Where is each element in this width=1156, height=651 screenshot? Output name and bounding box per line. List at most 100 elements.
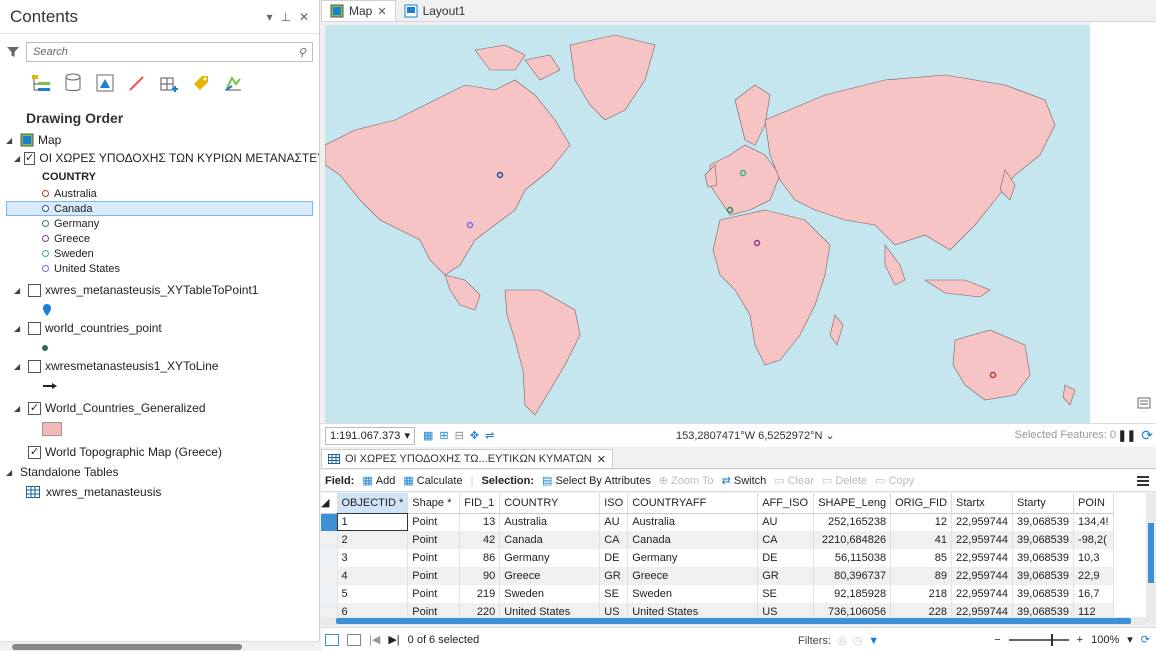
column-header-shape-leng[interactable]: SHAPE_Leng — [813, 493, 892, 514]
tab-map[interactable]: Map ✕ — [321, 0, 396, 21]
layer-visibility-checkbox[interactable]: ✓ — [28, 445, 41, 459]
tree-layer-xytoline[interactable]: ◢ xwresmetanasteusis1_XYToLine — [6, 358, 319, 374]
expand-icon[interactable]: ◢ — [6, 136, 16, 145]
tree-standalone-tables[interactable]: ◢ Standalone Tables — [6, 464, 319, 480]
table-horizontal-scrollbar[interactable] — [321, 617, 1146, 625]
selection-icon[interactable] — [94, 72, 116, 94]
table-row[interactable]: 2 Point 42 Canada CA Canada CA 2210,6848… — [321, 531, 1114, 549]
expand-icon[interactable]: ◢ — [6, 468, 16, 477]
pin-icon[interactable]: ⊥ — [280, 10, 290, 24]
tree-layer-basemap[interactable]: ✓ World Topographic Map (Greece) — [6, 444, 319, 460]
column-header-point[interactable]: POIN — [1073, 493, 1114, 514]
tree-layer-xytabletopoint[interactable]: ◢ xwres_metanasteusis_XYTableToPoint1 — [6, 282, 319, 298]
table-of-contents-icon[interactable] — [1137, 396, 1151, 410]
last-record-icon[interactable]: ▶| — [388, 633, 399, 646]
tree-layer-world-countries-point[interactable]: ◢ world_countries_point — [6, 320, 319, 336]
scrollbar-thumb[interactable] — [1148, 523, 1154, 583]
navigation-icon[interactable]: ✥ — [470, 429, 479, 442]
refresh-icon[interactable]: ⟳ — [1141, 427, 1153, 444]
column-header-objectid[interactable]: OBJECTID * — [337, 493, 409, 514]
dropdown-icon[interactable]: ▾ — [266, 10, 272, 24]
fixed-scale-icon[interactable]: ▦ — [423, 429, 433, 442]
select-by-attributes-button[interactable]: ▤ Select By Attributes — [542, 474, 651, 488]
column-header-country[interactable]: COUNTRY — [499, 493, 601, 514]
zoom-level[interactable]: 100% — [1091, 634, 1119, 646]
column-header-fid[interactable]: FID_1 — [459, 493, 501, 514]
table-row[interactable]: 4 Point 90 Greece GR Greece GR 80,396737… — [321, 567, 1114, 585]
row-selector[interactable] — [321, 513, 338, 531]
scrollbar-thumb[interactable] — [336, 618, 1131, 624]
clear-button[interactable]: ▭ Clear — [774, 474, 814, 488]
tree-layer-countries[interactable]: ◢ ✓ ΟΙ ΧΩΡΕΣ ΥΠΟΔΟΧΗΣ ΤΩΝ ΚΥΡΙΩΝ ΜΕΤΑΝΑΣ… — [6, 150, 319, 166]
expand-icon[interactable]: ◢ — [14, 362, 24, 371]
show-all-records-icon[interactable] — [325, 633, 339, 646]
tab-layout[interactable]: Layout1 — [396, 0, 474, 21]
zoom-slider[interactable] — [1008, 633, 1069, 646]
chevron-down-icon[interactable]: ▾ — [1127, 633, 1133, 646]
scrollbar-thumb[interactable] — [12, 644, 242, 650]
legend-item-australia[interactable]: Australia — [6, 186, 319, 201]
pause-drawing-icon[interactable]: ⇌ — [485, 429, 494, 442]
column-header-iso[interactable]: ISO — [599, 493, 629, 514]
snapping-icon[interactable] — [158, 72, 180, 94]
row-selector[interactable] — [321, 585, 338, 603]
table-row[interactable]: 1 Point 13 Australia AU Australia AU 252… — [321, 513, 1114, 531]
switch-button[interactable]: ⇄ Switch — [722, 474, 767, 488]
zoom-in-button[interactable]: + — [1077, 634, 1083, 646]
column-header-countryaff[interactable]: COUNTRYAFF — [627, 493, 759, 514]
tree-layer-world-countries-generalized[interactable]: ◢ ✓ World_Countries_Generalized — [6, 400, 319, 416]
definition-query-icon[interactable]: ▼ — [868, 635, 879, 647]
grid-icon[interactable]: ⊞ — [439, 429, 448, 442]
extent-filter-icon[interactable]: ◎ — [837, 634, 847, 647]
tree-standalone-table-item[interactable]: xwres_metanasteusis — [6, 484, 319, 500]
close-icon[interactable]: ✕ — [377, 5, 386, 18]
row-selector[interactable] — [321, 567, 338, 585]
scale-dropdown[interactable]: 1:191.067.373 ▾ — [325, 426, 415, 445]
legend-item-greece[interactable]: Greece — [6, 231, 319, 246]
charts-icon[interactable] — [222, 72, 244, 94]
pause-icon[interactable]: ❚❚ — [1118, 429, 1136, 442]
layer-visibility-checkbox[interactable] — [28, 283, 41, 297]
table-row[interactable]: 5 Point 219 Sweden SE Sweden SE 92,18592… — [321, 585, 1114, 603]
legend-item-united-states[interactable]: United States — [6, 261, 319, 276]
tree-map[interactable]: ◢ Map — [6, 132, 319, 148]
contents-horizontal-scrollbar[interactable] — [0, 641, 320, 651]
layer-visibility-checkbox[interactable]: ✓ — [28, 401, 41, 415]
legend-item-sweden[interactable]: Sweden — [6, 246, 319, 261]
coordinate-readout[interactable]: 153,2807471°W 6,5252972°N ⌄ — [676, 429, 835, 442]
menu-icon[interactable] — [1136, 475, 1150, 487]
layer-visibility-checkbox[interactable] — [28, 321, 41, 335]
show-selected-records-icon[interactable] — [347, 633, 361, 646]
map-canvas[interactable] — [325, 25, 1090, 423]
selected-features[interactable]: Selected Features: 0 — [1014, 429, 1116, 441]
close-icon[interactable]: ✕ — [597, 453, 606, 466]
refresh-icon[interactable]: ⟳ — [1141, 633, 1150, 646]
tab-attribute-table[interactable]: ΟΙ ΧΩΡΕΣ ΥΠΟΔΟΧΗΣ ΤΩ...ΕΥΤΙΚΩΝ ΚΥΜΑΤΩΝ ✕ — [321, 449, 613, 468]
zoom-out-button[interactable]: − — [994, 634, 1000, 646]
drawing-order-icon[interactable] — [30, 72, 52, 94]
zoom-to-button[interactable]: ⊕ Zoom To — [659, 474, 714, 488]
table-vertical-scrollbar[interactable] — [1146, 493, 1156, 623]
labeling-icon[interactable] — [190, 72, 212, 94]
expand-icon[interactable]: ◢ — [14, 404, 24, 413]
first-record-icon[interactable]: |◀ — [369, 633, 380, 646]
column-header-orig-fid[interactable]: ORIG_FID — [890, 493, 953, 514]
snapping-toggle-icon[interactable]: ⊟ — [455, 429, 464, 442]
row-selector[interactable] — [321, 549, 338, 567]
expand-icon[interactable]: ◢ — [14, 324, 24, 333]
legend-item-canada[interactable]: Canada — [6, 201, 313, 216]
search-input[interactable]: Search ⚲ — [26, 42, 313, 62]
expand-icon[interactable]: ◢ — [14, 154, 20, 163]
table-row[interactable]: 3 Point 86 Germany DE Germany DE 56,1150… — [321, 549, 1114, 567]
select-all-cell[interactable]: ◢ — [321, 493, 338, 514]
row-selector[interactable] — [321, 531, 338, 549]
close-icon[interactable]: ✕ — [299, 10, 309, 24]
column-header-shape[interactable]: Shape * — [407, 493, 461, 514]
legend-item-germany[interactable]: Germany — [6, 216, 319, 231]
time-filter-icon[interactable]: ◷ — [853, 634, 863, 647]
column-header-aff-iso[interactable]: AFF_ISO — [757, 493, 815, 514]
data-source-icon[interactable] — [62, 72, 84, 94]
copy-button[interactable]: ▭ Copy — [875, 474, 914, 488]
filter-icon[interactable] — [6, 45, 20, 59]
add-field-button[interactable]: ▦ Add — [362, 474, 395, 488]
